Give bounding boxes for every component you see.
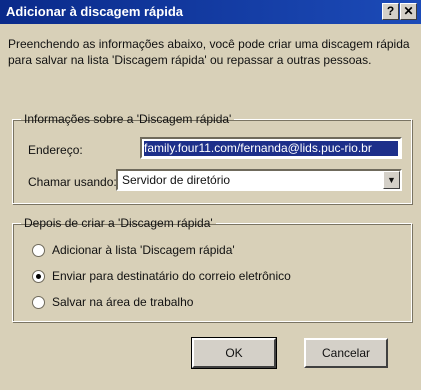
help-button[interactable]: ? [382, 3, 399, 20]
call-using-label: Chamar usando: [28, 175, 117, 189]
close-button[interactable]: ✕ [400, 3, 417, 20]
add-speed-dial-dialog: Adicionar à discagem rápida ? ✕ Preenche… [0, 0, 421, 390]
ok-button[interactable]: OK [191, 337, 277, 369]
description-text: Preenchendo as informações abaixo, você … [8, 37, 410, 67]
radio-label: Adicionar à lista 'Discagem rápida' [52, 243, 235, 257]
title-bar: Adicionar à discagem rápida ? ✕ [0, 0, 421, 24]
call-using-value: Servidor de diretório [122, 173, 231, 187]
window-title: Adicionar à discagem rápida [6, 4, 184, 19]
radio-selected-dot [36, 274, 41, 279]
radio-button[interactable] [32, 296, 45, 309]
address-field[interactable]: family.four11.com/fernanda@lids.puc-rio.… [140, 137, 402, 159]
radio-label: Salvar na área de trabalho [52, 295, 194, 309]
radio-button-selected[interactable] [32, 270, 45, 283]
address-value: family.four11.com/fernanda@lids.puc-rio.… [144, 141, 398, 156]
info-group-title: Informações sobre a 'Discagem rápida' [24, 112, 232, 126]
address-label: Endereço: [28, 143, 83, 157]
call-using-select[interactable]: Servidor de diretório ▼ [116, 169, 402, 191]
radio-label: Enviar para destinatário do correio elet… [52, 269, 291, 283]
cancel-button[interactable]: Cancelar [304, 338, 388, 368]
chevron-down-icon[interactable]: ▼ [383, 171, 400, 189]
after-create-group-title: Depois de criar a 'Discagem rápida' [24, 216, 213, 230]
radio-button[interactable] [32, 244, 45, 257]
